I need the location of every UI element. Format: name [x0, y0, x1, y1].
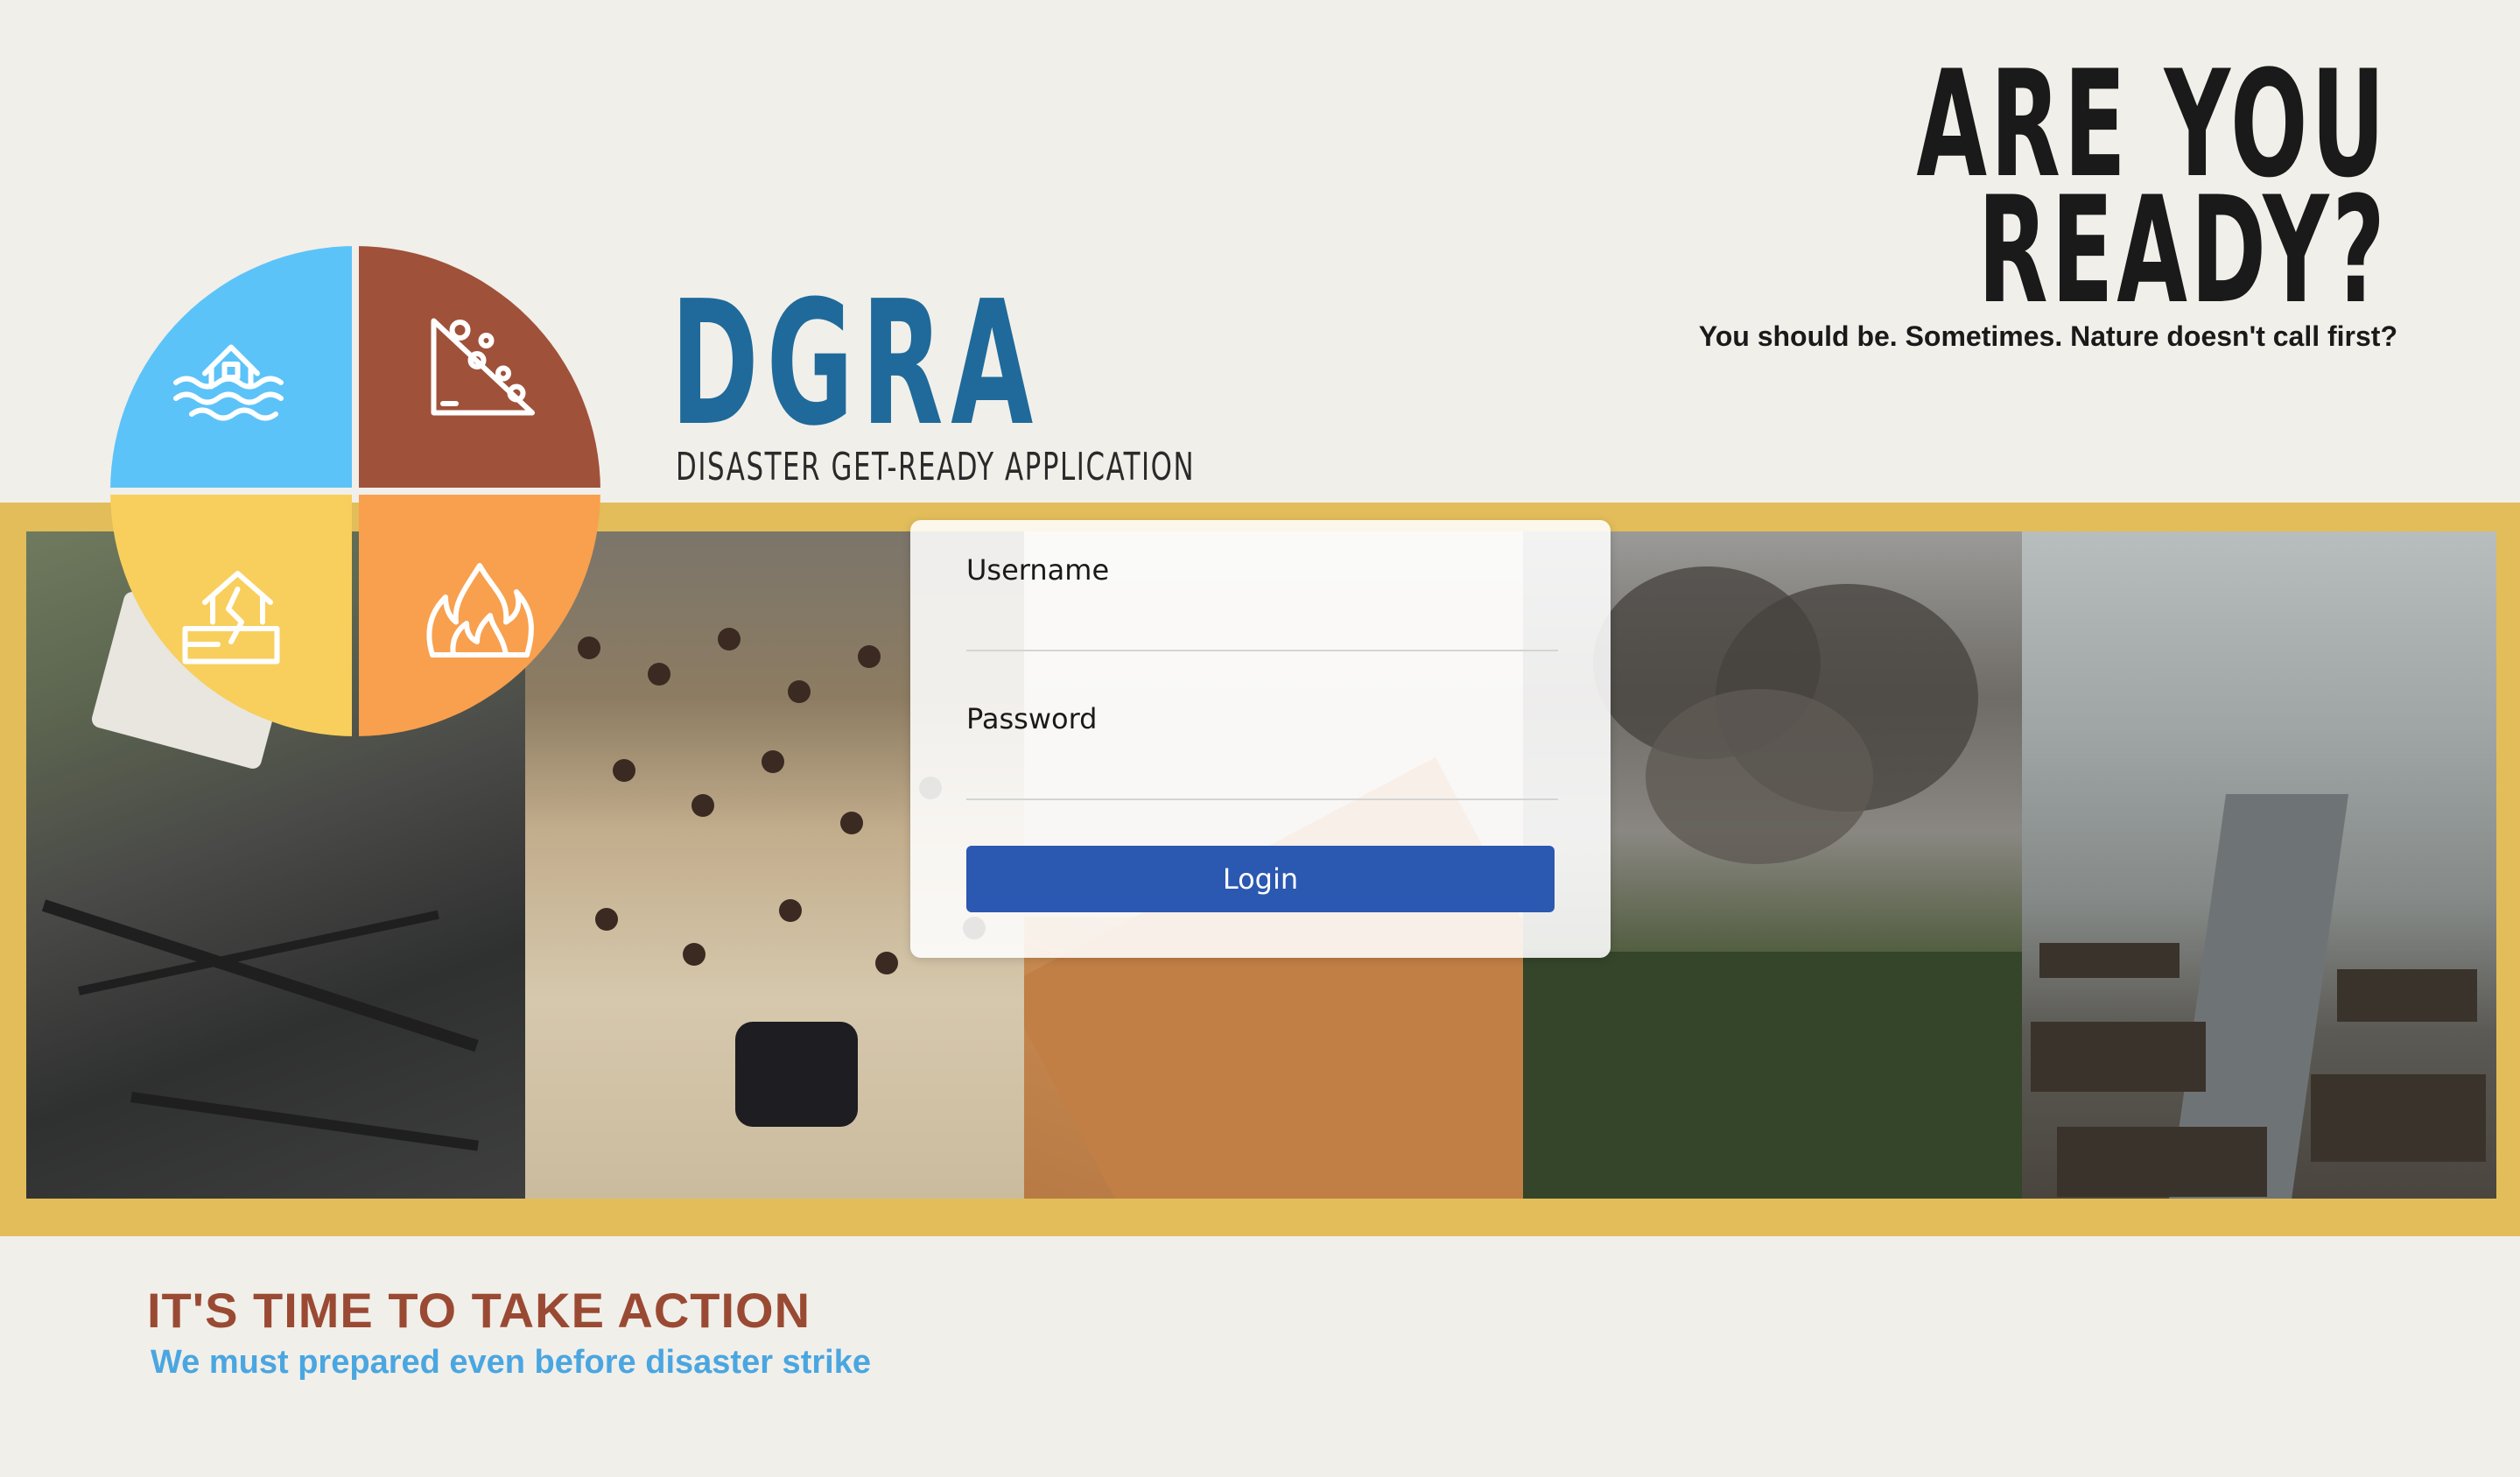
- logo-quadrant-earthquake: [110, 495, 352, 736]
- app-logo-subtitle: DISASTER GET-READY APPLICATION: [676, 445, 1196, 489]
- typhoon-photo: [2022, 531, 2496, 1199]
- logo-quadrant-fire: [359, 495, 600, 736]
- username-label: Username: [966, 553, 1110, 587]
- action-subtitle: We must prepared even before disaster st…: [151, 1344, 871, 1381]
- username-input[interactable]: [966, 599, 1558, 651]
- landslide-icon: [431, 318, 535, 416]
- earthquake-house-icon: [182, 571, 280, 665]
- disaster-logo: [110, 246, 600, 736]
- password-input[interactable]: [966, 748, 1558, 800]
- headline-line-2: READY?: [1977, 165, 2389, 337]
- login-form: Username Password Login: [910, 520, 1611, 958]
- logo-quadrant-landslide: [359, 246, 600, 488]
- headline: ARE YOU READY?: [1917, 51, 2389, 337]
- action-title: IT'S TIME TO TAKE ACTION: [147, 1283, 811, 1338]
- login-button[interactable]: Login: [966, 846, 1555, 912]
- fire-icon: [426, 563, 534, 658]
- app-logo-title: DGRA: [670, 264, 1041, 464]
- flood-house-icon: [173, 344, 284, 421]
- logo-quadrant-flood: [110, 246, 352, 488]
- tagline: You should be. Sometimes. Nature doesn't…: [1698, 320, 2397, 352]
- password-label: Password: [966, 702, 1098, 735]
